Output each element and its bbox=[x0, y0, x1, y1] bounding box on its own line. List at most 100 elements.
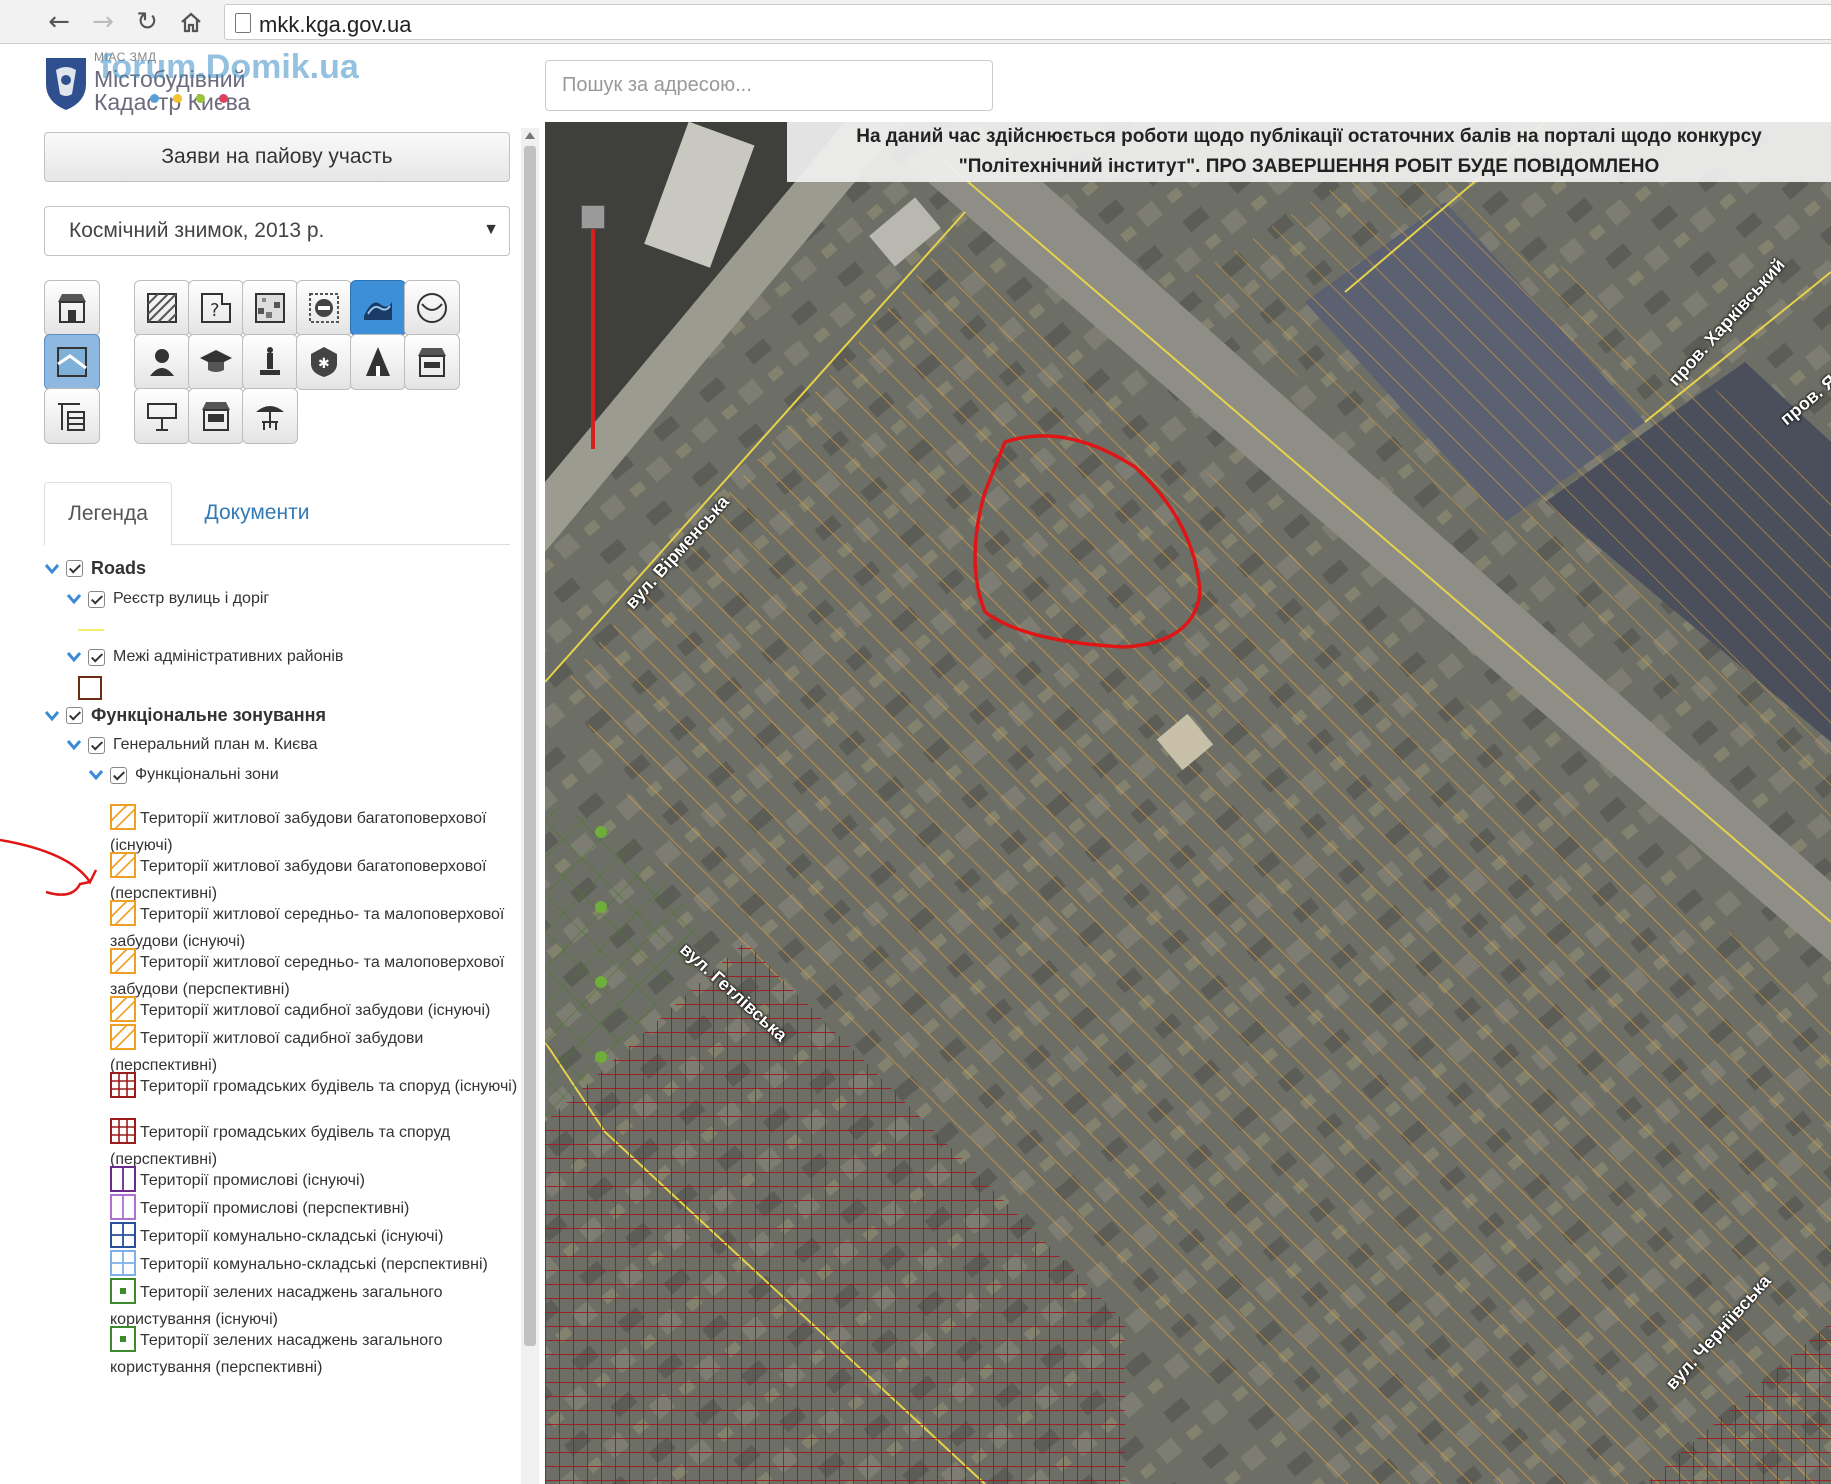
zone-swatch-icon bbox=[110, 1072, 136, 1098]
tree-icon bbox=[366, 347, 390, 376]
legend-item: Території житлової забудови багатоповерх… bbox=[110, 804, 520, 859]
person-layer-button[interactable] bbox=[134, 334, 190, 390]
kiosk-layer-button[interactable] bbox=[188, 388, 244, 444]
chevron-down-icon[interactable] bbox=[44, 710, 60, 722]
legend-item-label: Території комунально-складські (перспект… bbox=[140, 1256, 488, 1273]
shop-layer-button[interactable] bbox=[44, 280, 100, 336]
zone-swatch-icon bbox=[110, 804, 136, 830]
legend-item: Території житлової садибної забудови (іс… bbox=[110, 996, 520, 1024]
address-search-input[interactable]: Пошук за адресою... bbox=[545, 60, 993, 111]
zoom-handle[interactable] bbox=[581, 205, 605, 229]
legend-item-label: Території житлової садибної забудови (пе… bbox=[110, 1030, 424, 1074]
scroll-up-icon[interactable] bbox=[525, 132, 535, 139]
checkbox-master-plan[interactable] bbox=[88, 736, 105, 754]
zone-swatch-icon bbox=[110, 1278, 136, 1304]
legend-item-label: Території громадських будівель та споруд… bbox=[110, 1124, 451, 1168]
billboard-layer-button[interactable] bbox=[134, 388, 190, 444]
satellite-imagery bbox=[545, 122, 1831, 1484]
notice-line-1: На даний час здійснюється роботи щодо пу… bbox=[856, 126, 1762, 147]
basemap-select-value: Космічний знимок, 2013 р. bbox=[69, 219, 325, 242]
chevron-down-icon[interactable] bbox=[66, 593, 82, 605]
kiosk-icon bbox=[202, 402, 230, 431]
legend-item: Території житлової середньо- та малопове… bbox=[110, 948, 520, 1003]
relief-icon bbox=[364, 302, 392, 320]
chevron-down-icon[interactable] bbox=[66, 651, 82, 663]
pixel-map-layer-button[interactable] bbox=[242, 280, 298, 336]
tab-documents[interactable]: Документи bbox=[192, 482, 322, 546]
satellite-layer-button[interactable] bbox=[44, 334, 100, 390]
basemap-select[interactable]: Космічний знимок, 2013 р. ▼ bbox=[44, 206, 510, 256]
legend-admin-districts: Межі адміністративних районів bbox=[113, 648, 344, 665]
sidebar-scrollbar[interactable] bbox=[521, 128, 539, 1484]
circle-layer-button[interactable] bbox=[404, 280, 460, 336]
summer-terrace-layer-button[interactable] bbox=[242, 388, 298, 444]
zoning-layer-button[interactable] bbox=[134, 280, 190, 336]
billboard-icon bbox=[147, 403, 177, 431]
police-badge-icon: ✱ bbox=[311, 347, 337, 377]
education-layer-button[interactable] bbox=[188, 334, 244, 390]
zoom-slider[interactable] bbox=[581, 205, 605, 449]
zone-swatch-icon bbox=[110, 852, 136, 878]
checkbox-roads[interactable] bbox=[66, 560, 83, 577]
reload-icon[interactable]: ↻ bbox=[132, 7, 162, 37]
crane-building-icon bbox=[58, 403, 85, 431]
hatched-plan-icon bbox=[147, 293, 177, 323]
monument-icon bbox=[260, 347, 280, 375]
legend-item-label: Території зелених насаджень загального к… bbox=[110, 1332, 443, 1376]
legend-tree: Roads Реєстр вулиць і доріг Межі адмініс… bbox=[38, 552, 528, 1484]
map-notice-banner: На даний час здійснюється роботи щодо пу… bbox=[787, 122, 1831, 182]
person-icon bbox=[150, 349, 174, 376]
tab-legend[interactable]: Легенда bbox=[44, 482, 172, 546]
plan-question-layer-button[interactable]: ? bbox=[188, 280, 244, 336]
legend-item-label: Території житлової середньо- та малопове… bbox=[110, 906, 505, 950]
page-icon bbox=[235, 13, 251, 33]
apply-share-button[interactable]: Заяви на пайову участь bbox=[44, 132, 510, 182]
chevron-down-icon[interactable] bbox=[44, 563, 60, 575]
sidebar: Заяви на пайову участь Космічний знимок,… bbox=[38, 122, 528, 1484]
scrollbar-thumb[interactable] bbox=[524, 146, 536, 1346]
back-icon[interactable]: ← bbox=[44, 7, 74, 37]
legend-streets-registry: Реєстр вулиць і доріг bbox=[113, 590, 270, 607]
relief-layer-button[interactable] bbox=[350, 280, 406, 336]
legend-item: Території промислові (існуючі) bbox=[110, 1166, 520, 1194]
market-layer-button[interactable] bbox=[404, 334, 460, 390]
legend-item: Території громадських будівель та споруд… bbox=[110, 1118, 520, 1173]
checkbox-streets-registry[interactable] bbox=[88, 590, 105, 608]
legend-item-label: Території житлової садибної забудови (іс… bbox=[140, 1002, 491, 1019]
checkbox-admin-districts[interactable] bbox=[88, 648, 105, 666]
address-bar[interactable]: mkk.kga.gov.ua bbox=[224, 4, 1831, 40]
legend-item: Території громадських будівель та споруд… bbox=[110, 1072, 520, 1100]
police-layer-button[interactable]: ✱ bbox=[296, 334, 352, 390]
circle-layer-icon bbox=[417, 293, 447, 323]
legend-item-label: Території громадських будівель та споруд… bbox=[140, 1078, 518, 1095]
watermark: forum.Domik.ua bbox=[100, 48, 359, 86]
legend-master-plan: Генеральний план м. Києва bbox=[113, 736, 318, 753]
map-view[interactable]: На даний час здійснюється роботи щодо пу… bbox=[545, 122, 1831, 1484]
restricted-icon bbox=[309, 293, 339, 323]
satellite-map-icon bbox=[57, 347, 87, 377]
monument-layer-button[interactable] bbox=[242, 334, 298, 390]
tree-layer-button[interactable] bbox=[350, 334, 406, 390]
legend-item-label: Території комунально-складські (існуючі) bbox=[140, 1228, 444, 1245]
chevron-down-icon[interactable] bbox=[66, 739, 82, 751]
legend-item: Території промислові (перспективні) bbox=[110, 1194, 520, 1222]
chevron-down-icon[interactable] bbox=[88, 769, 104, 781]
checkbox-functional-zones[interactable] bbox=[110, 766, 127, 784]
construction-layer-button[interactable] bbox=[44, 388, 100, 444]
legend-item-label: Території житлової забудови багатоповерх… bbox=[110, 858, 487, 902]
legend-group-roads: Roads bbox=[91, 558, 147, 578]
notice-line-2: "Політехнічний інститут". ПРО ЗАВЕРШЕННЯ… bbox=[958, 156, 1660, 177]
zoom-track[interactable] bbox=[591, 217, 595, 449]
zone-swatch-icon bbox=[110, 1326, 136, 1352]
legend-item-label: Території зелених насаджень загального к… bbox=[110, 1284, 443, 1328]
restricted-zone-layer-button[interactable] bbox=[296, 280, 352, 336]
left-gutter bbox=[0, 44, 38, 1484]
legend-item: Території житлової середньо- та малопове… bbox=[110, 900, 520, 955]
url-text: mkk.kga.gov.ua bbox=[259, 12, 412, 37]
checkbox-functional-zoning[interactable] bbox=[66, 707, 83, 724]
zone-swatch-icon bbox=[110, 900, 136, 926]
street-line-swatch bbox=[78, 629, 104, 631]
forward-icon[interactable]: → bbox=[88, 7, 118, 37]
home-icon[interactable] bbox=[176, 7, 206, 37]
zone-swatch-icon bbox=[110, 1024, 136, 1050]
